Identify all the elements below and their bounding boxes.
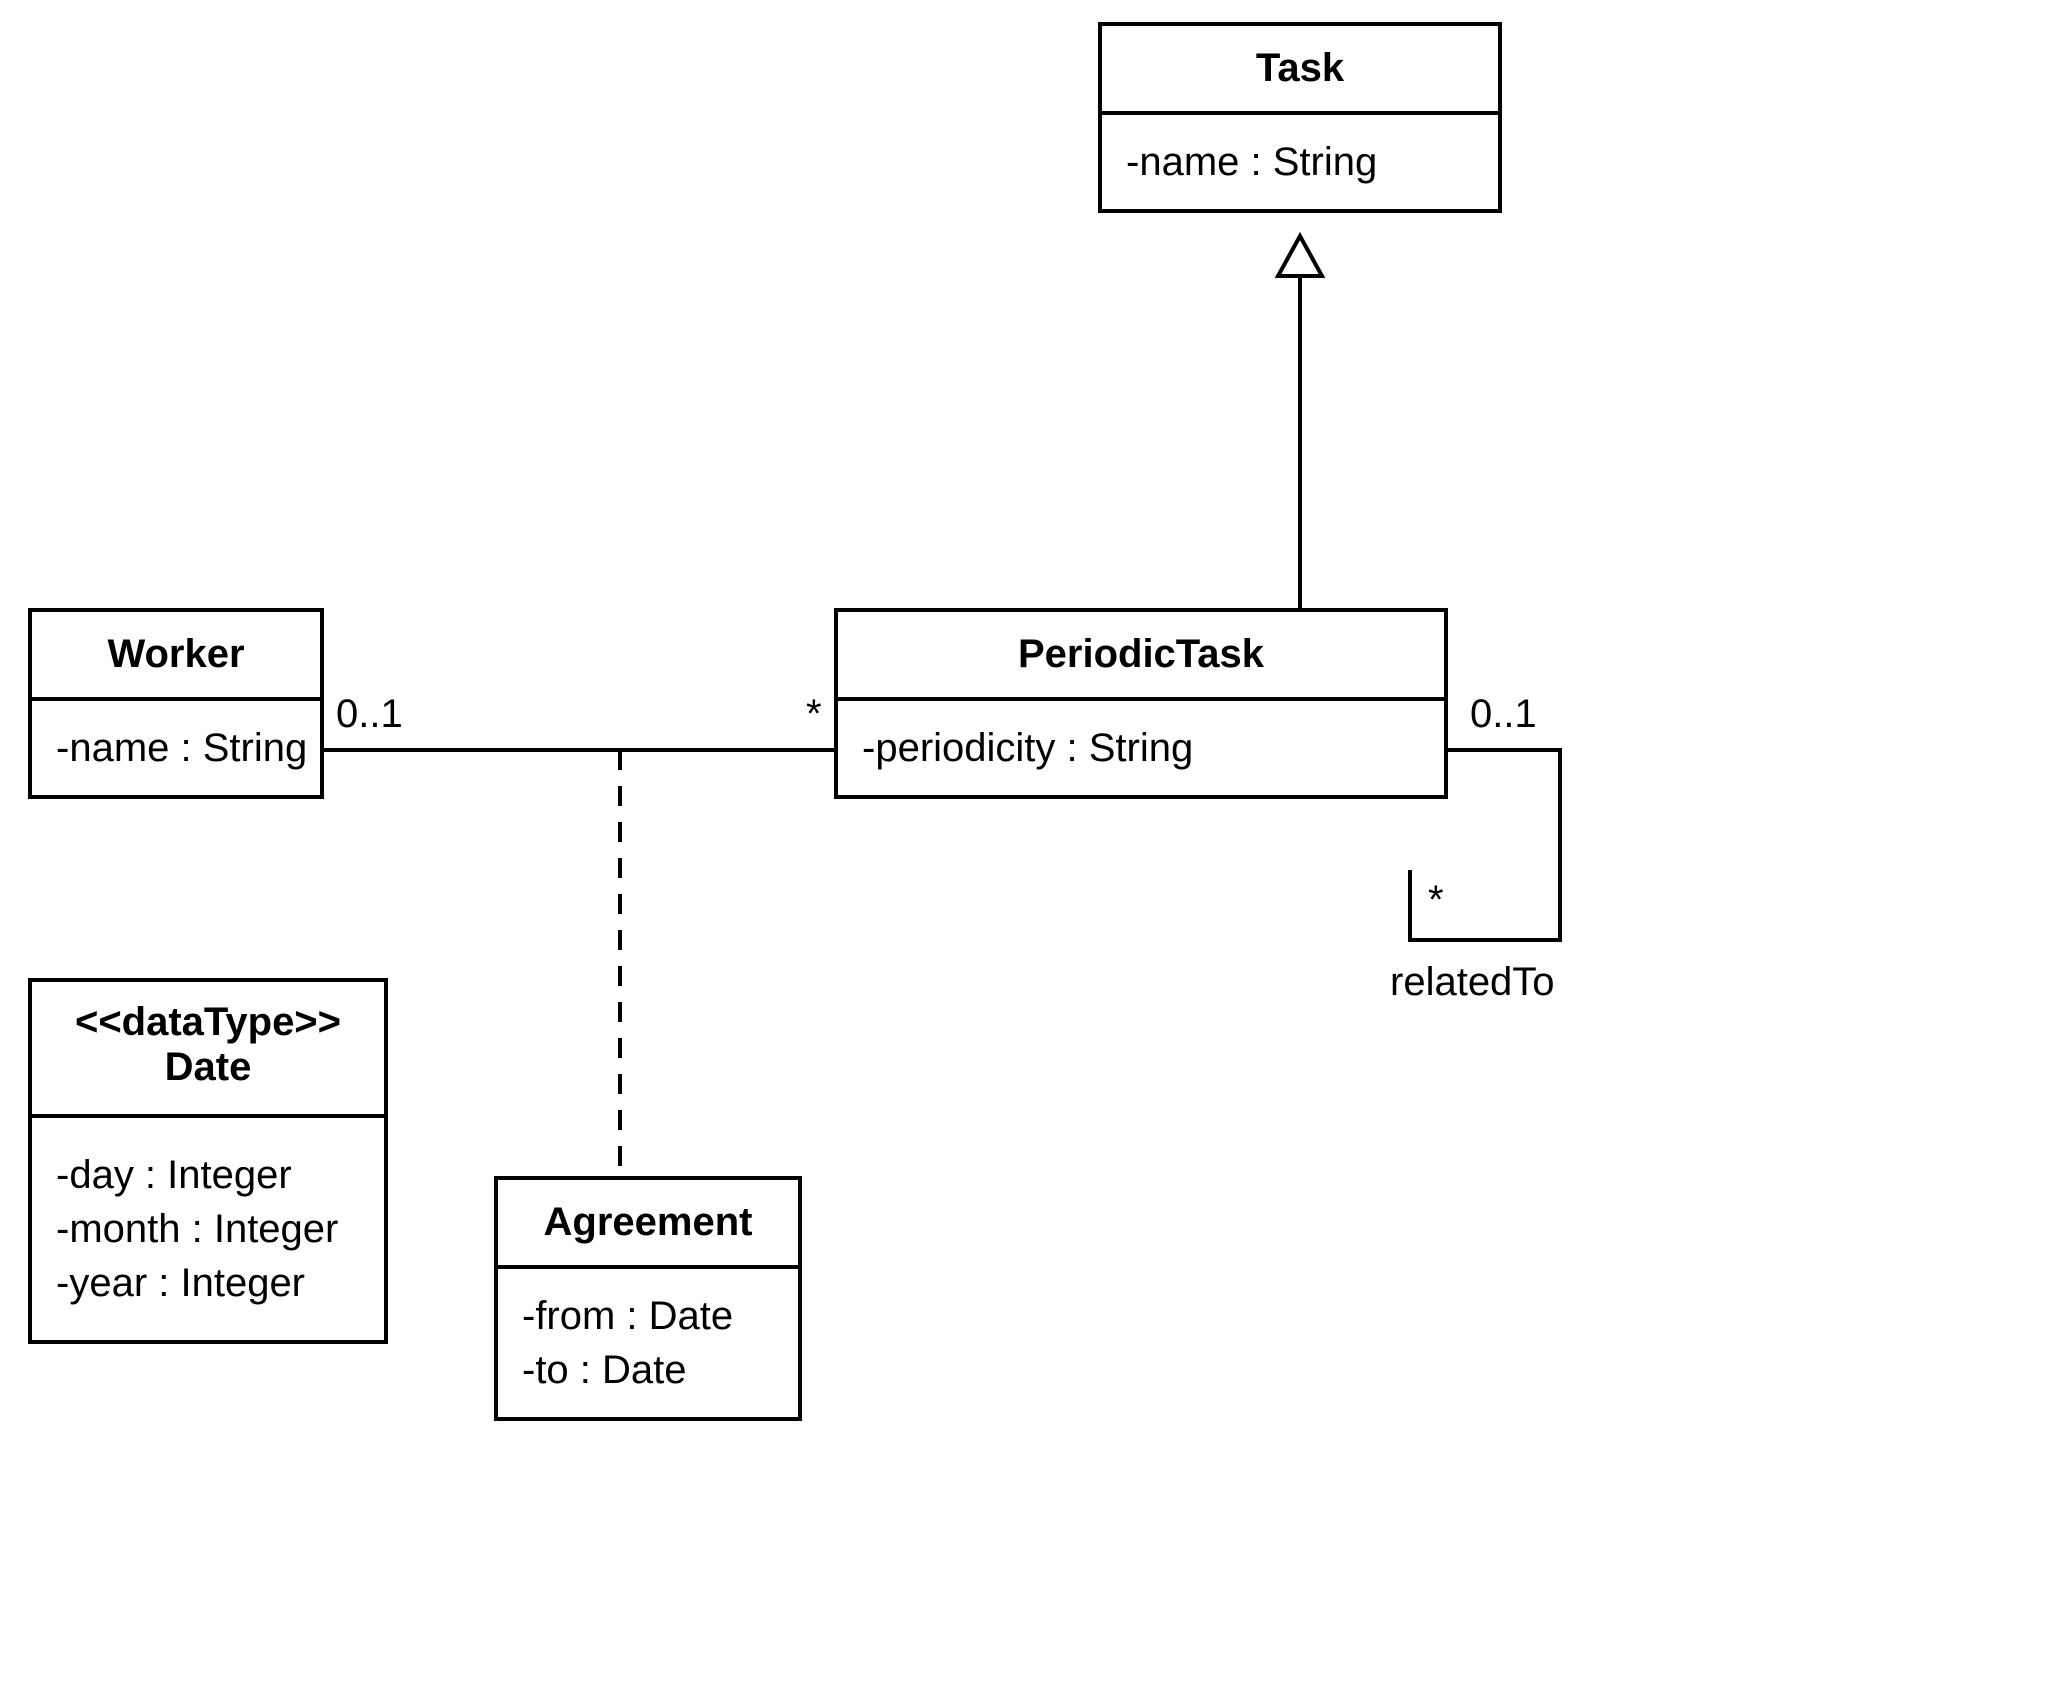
multiplicity-periodictask-side: * — [806, 692, 822, 737]
class-agreement: Agreement -from : Date -to : Date — [494, 1176, 802, 1421]
generalization-arrowhead — [1278, 236, 1322, 276]
class-task-attr-0: -name : String — [1126, 135, 1474, 189]
class-periodictask-body: -periodicity : String — [838, 701, 1444, 795]
class-date-name: Date — [165, 1045, 252, 1089]
class-agreement-attr-1: -to : Date — [522, 1343, 774, 1397]
multiplicity-self-top: 0..1 — [1470, 692, 1537, 737]
label-relatedto: relatedTo — [1390, 960, 1555, 1005]
class-agreement-attr-0: -from : Date — [522, 1289, 774, 1343]
class-agreement-name: Agreement — [498, 1180, 798, 1269]
class-agreement-body: -from : Date -to : Date — [498, 1269, 798, 1417]
class-date-attr-0: -day : Integer — [56, 1148, 360, 1202]
class-worker: Worker -name : String — [28, 608, 324, 799]
class-date-attr-1: -month : Integer — [56, 1202, 360, 1256]
class-date-attr-2: -year : Integer — [56, 1256, 360, 1310]
class-worker-name: Worker — [32, 612, 320, 701]
class-task-body: -name : String — [1102, 115, 1498, 209]
multiplicity-worker-side: 0..1 — [336, 692, 403, 737]
uml-class-diagram: Task -name : String Worker -name : Strin… — [0, 0, 2054, 1685]
class-task: Task -name : String — [1098, 22, 1502, 213]
multiplicity-self-bottom: * — [1428, 878, 1444, 923]
class-periodictask-name: PeriodicTask — [838, 612, 1444, 701]
class-date-body: -day : Integer -month : Integer -year : … — [32, 1118, 384, 1340]
class-task-name: Task — [1102, 26, 1498, 115]
class-date-header: <<dataType>> Date — [32, 982, 384, 1118]
class-periodictask: PeriodicTask -periodicity : String — [834, 608, 1448, 799]
class-date: <<dataType>> Date -day : Integer -month … — [28, 978, 388, 1344]
class-worker-body: -name : String — [32, 701, 320, 795]
class-worker-attr-0: -name : String — [56, 721, 296, 775]
connectors-layer — [0, 0, 2054, 1685]
class-periodictask-attr-0: -periodicity : String — [862, 721, 1420, 775]
class-date-stereotype: <<dataType>> — [56, 1000, 360, 1045]
